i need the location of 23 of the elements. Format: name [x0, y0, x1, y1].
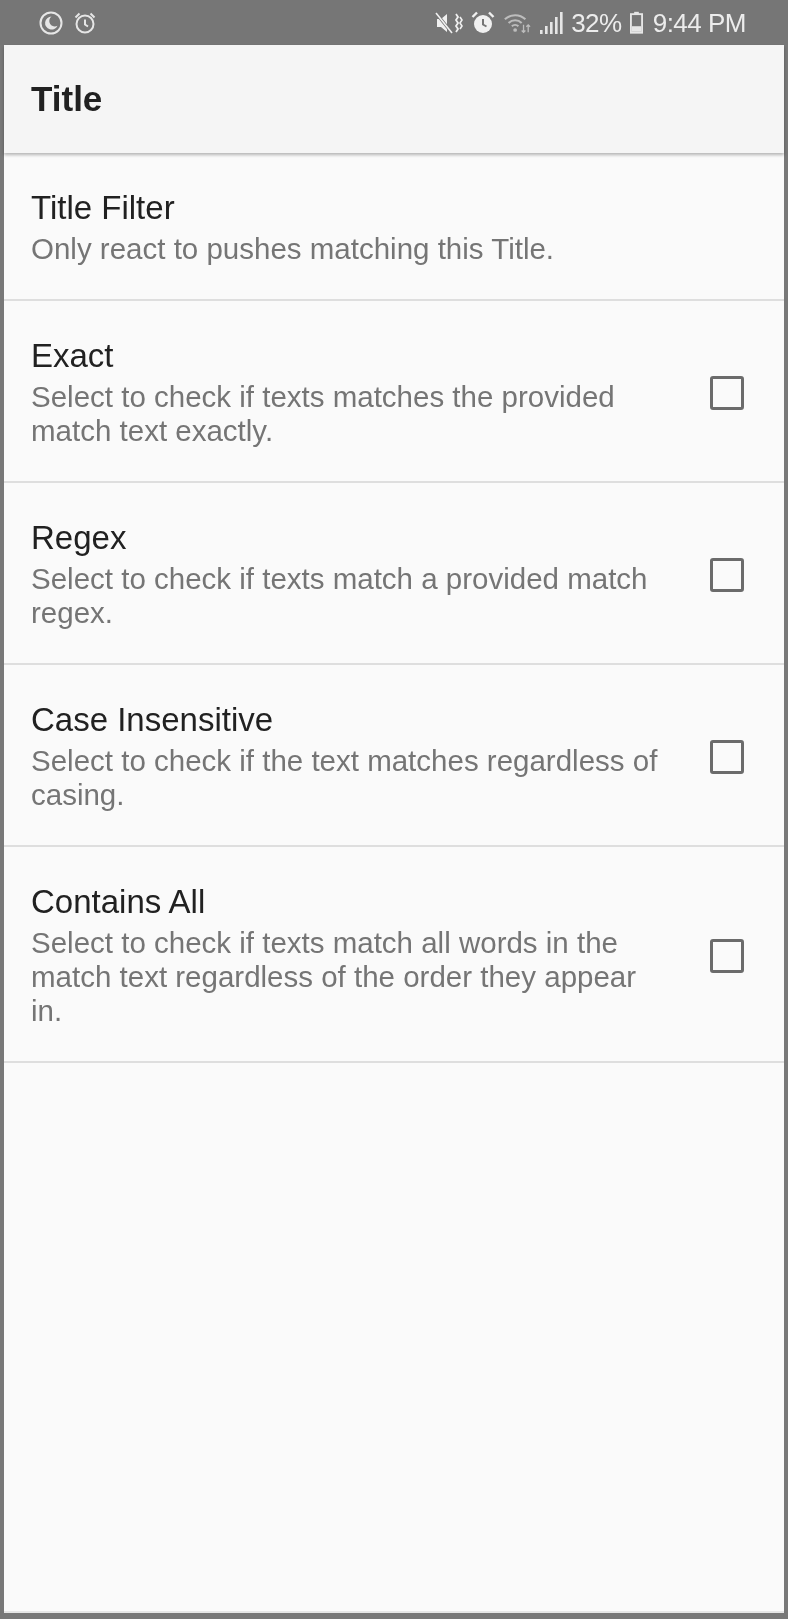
alarm-clock-icon [471, 10, 496, 35]
moon-icon [39, 10, 63, 35]
setting-summary: Select to check if texts match a provided match regex. [31, 562, 649, 630]
alarm-clock-icon [73, 10, 97, 35]
checkbox[interactable] [710, 557, 744, 592]
setting-title: Case Insensitive [31, 701, 275, 739]
screen-title: Title [31, 78, 103, 120]
checkbox[interactable] [710, 938, 744, 973]
checkbox[interactable] [710, 739, 744, 774]
signal-icon [539, 10, 564, 35]
battery-percentage: 32% [571, 7, 622, 38]
setting-summary: Select to check if texts matches the provided match text exactly. [31, 380, 616, 448]
muted-speaker-icon [435, 10, 464, 35]
setting-summary: Select to check if texts match all words in the match text regardless of the order they appear in. [31, 926, 638, 1028]
setting-summary: Only react to pushes matching this Title. [31, 232, 556, 266]
clock-time: 9:44 PM [652, 7, 746, 38]
setting-summary: Select to check if the text matches regardless of casing. [31, 744, 659, 812]
setting-title: Exact [31, 337, 115, 375]
setting-title: Title Filter [31, 189, 176, 227]
setting-title: Regex [31, 519, 128, 557]
setting-title: Contains All [31, 883, 207, 921]
battery-icon [629, 11, 643, 34]
checkbox[interactable] [710, 375, 744, 410]
